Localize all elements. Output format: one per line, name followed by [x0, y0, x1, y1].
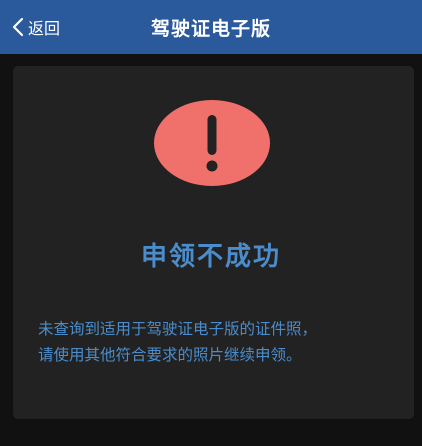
page-title: 驾驶证电子版	[150, 17, 271, 40]
back-button[interactable]: 返回	[12, 0, 60, 54]
result-title: 申领不成功	[140, 242, 281, 272]
result-message: 未查询到适用于驾驶证电子版的证件照， 请使用其他符合要求的照片继续申领。	[38, 316, 388, 368]
back-label: 返回	[28, 19, 61, 38]
result-message-line-1: 未查询到适用于驾驶证电子版的证件照，	[38, 320, 318, 338]
error-status-circle	[154, 100, 270, 186]
result-message-line-2: 请使用其他符合要求的照片继续申领。	[38, 346, 302, 364]
chevron-left-icon	[12, 17, 24, 37]
exclamation-icon	[206, 115, 218, 172]
nav-bar: 返回 驾驶证电子版	[0, 0, 422, 54]
